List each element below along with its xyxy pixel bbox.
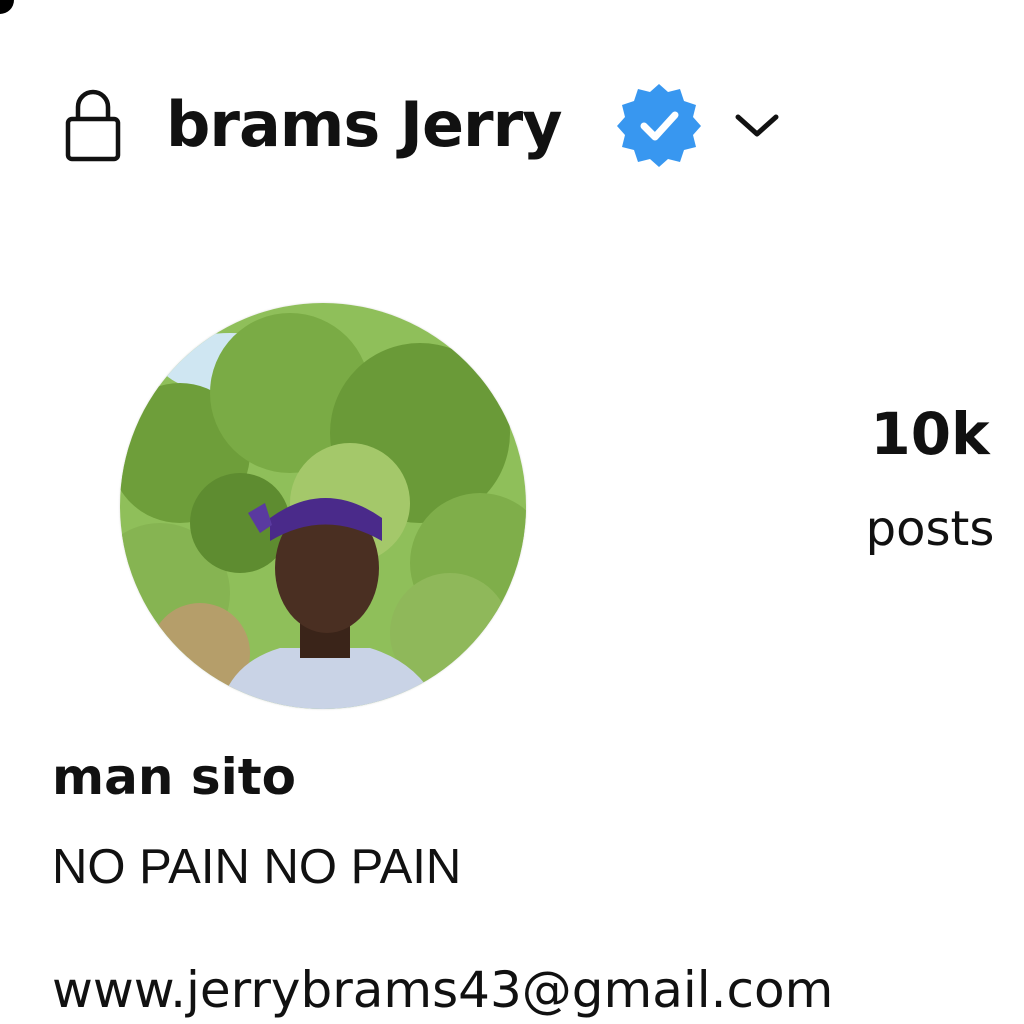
stat-posts-label: posts [865,501,995,557]
avatar[interactable] [120,303,526,709]
avatar-photo [120,303,526,709]
verified-badge-icon [616,84,701,167]
window-corner [0,0,14,14]
stat-posts-count: 10k [870,400,990,468]
profile-header: brams Jerry [62,80,782,170]
username-label[interactable]: brams Jerry [166,94,563,156]
lock-icon [65,89,121,162]
display-name: man sito [52,748,296,806]
profile-link[interactable]: www.jerrybrams43@gmail.com [52,965,833,1015]
chevron-down-icon[interactable] [732,108,782,142]
stat-posts[interactable]: 10k posts [830,405,1024,553]
bio-text: NO PAIN NO PAIN [52,840,462,894]
